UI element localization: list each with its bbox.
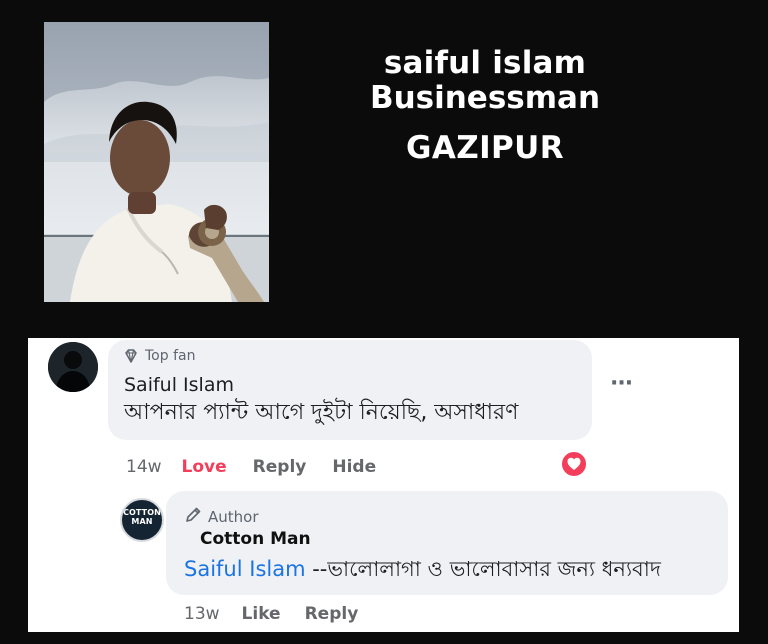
author-badge-label: Author: [208, 508, 259, 526]
reply-mention[interactable]: Saiful Islam: [184, 557, 306, 581]
profile-city: GAZIPUR: [405, 130, 564, 166]
reply-time[interactable]: 13w: [184, 603, 220, 625]
reply-button[interactable]: Reply: [305, 603, 359, 625]
profile-name: saiful islam: [383, 45, 587, 81]
profile-role: Businessman: [369, 80, 601, 116]
author-badge: Author: [184, 506, 259, 528]
like-button[interactable]: Like: [242, 603, 281, 625]
author-avatar[interactable]: COTTON MAN: [120, 498, 164, 542]
love-button[interactable]: Love: [182, 456, 227, 478]
comment-time[interactable]: 14w: [126, 456, 162, 478]
reply-actions: 13w Like Reply: [184, 603, 358, 625]
more-options-icon[interactable]: ···: [610, 373, 634, 395]
reply-author-name[interactable]: Cotton Man: [200, 529, 311, 549]
diamond-icon: [123, 348, 139, 364]
reply-message: --ভালোলাগা ও ভালোবাসার জন্য ধন্যবাদ: [305, 557, 661, 581]
reply-button[interactable]: Reply: [253, 456, 307, 478]
comment-thread-panel: Top fan Saiful Islam আপনার প্যান্ট আগে দ…: [28, 338, 739, 632]
pencil-icon: [184, 506, 202, 528]
commenter-avatar[interactable]: [48, 342, 98, 392]
comment-author-name[interactable]: Saiful Islam: [124, 374, 234, 396]
hide-button[interactable]: Hide: [332, 456, 376, 478]
comment-text: আপনার প্যান্ট আগে দুইটা নিয়েছি, অসাধারণ: [124, 400, 519, 425]
profile-text-block: saiful islam Businessman GAZIPUR: [330, 46, 640, 165]
top-fan-label: Top fan: [145, 348, 196, 364]
reply-bubble[interactable]: Author Cotton Man Saiful Islam --ভালোলাগ…: [166, 491, 728, 595]
heart-icon[interactable]: [560, 450, 588, 478]
profile-photo: [44, 22, 269, 302]
reply-text: Saiful Islam --ভালোলাগা ও ভালোবাসার জন্য…: [184, 557, 661, 581]
comment-bubble[interactable]: Top fan Saiful Islam আপনার প্যান্ট আগে দ…: [108, 340, 592, 440]
comment-actions: 14w Love Reply Hide: [126, 456, 376, 478]
top-fan-badge: Top fan: [123, 348, 195, 364]
author-avatar-logo-text: COTTON MAN: [123, 508, 161, 526]
